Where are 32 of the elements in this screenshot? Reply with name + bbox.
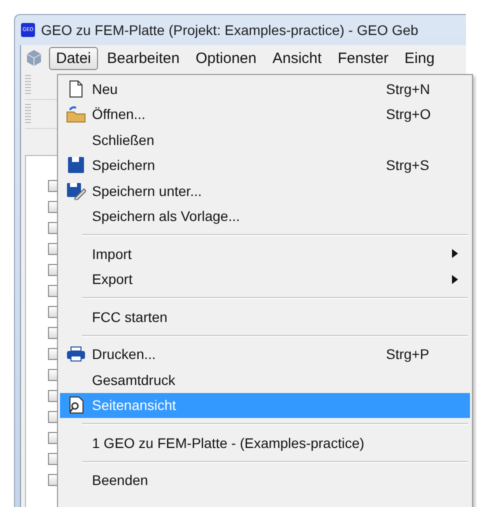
cube-icon[interactable] xyxy=(25,49,43,67)
menu-item[interactable]: Import xyxy=(60,241,470,266)
page-magnifier-icon xyxy=(67,396,85,414)
shortcut-text: Strg+N xyxy=(386,80,431,97)
menu-bar-item[interactable]: Fenster xyxy=(330,46,396,70)
menu-item[interactable]: Drucken... Strg+P xyxy=(60,342,470,367)
menu-item[interactable]: Neu Strg+N xyxy=(60,76,470,102)
window-title: GEO zu FEM-Platte (Projekt: Examples-practice) - GEO Geb xyxy=(41,22,418,38)
floppy-disk-pencil-icon xyxy=(66,182,86,200)
menu-bar-item[interactable]: Ansicht xyxy=(265,46,329,70)
menu-item[interactable]: Export xyxy=(60,266,470,292)
shortcut-text: Strg+P xyxy=(386,346,430,362)
printer-icon xyxy=(66,346,86,362)
menu-item[interactable]: Beenden xyxy=(60,468,470,493)
submenu-arrow-icon xyxy=(452,274,458,284)
menu-item[interactable]: Speichern als Vorlage... xyxy=(60,204,470,229)
shortcut-text: Strg+O xyxy=(386,106,432,122)
menu-item[interactable]: Speichern unter... xyxy=(60,178,470,204)
menu-item[interactable]: Gesamtdruck xyxy=(60,367,470,392)
menu-item[interactable]: Öffnen... Strg+O xyxy=(60,102,470,127)
folder-icon xyxy=(66,105,86,124)
submenu-arrow-icon xyxy=(452,249,458,258)
menu-item[interactable]: FCC starten xyxy=(60,304,470,330)
menu-item[interactable]: 1 GEO zu FEM-Platte - (Examples-practice) xyxy=(60,430,470,456)
menu-bar-item[interactable]: Eing xyxy=(398,46,442,70)
shortcut-text: Strg+S xyxy=(386,157,430,174)
menu-bar-item[interactable]: Datei xyxy=(49,46,98,70)
menu-item[interactable]: Speichern Strg+S xyxy=(60,152,470,178)
menu-item[interactable]: Schließen xyxy=(60,127,470,152)
menu-bar-item[interactable]: Optionen xyxy=(188,46,264,70)
menu-bar-item[interactable]: Bearbeiten xyxy=(100,46,187,70)
document-icon xyxy=(69,80,83,98)
